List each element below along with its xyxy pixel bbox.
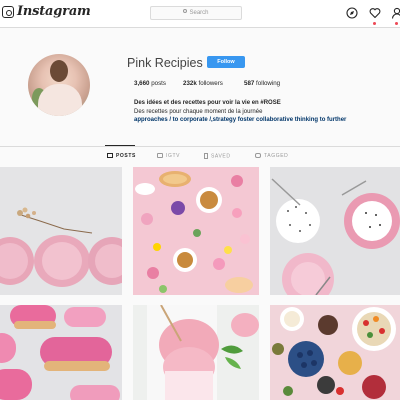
active-tab-indicator xyxy=(105,145,135,146)
post-thumbnail[interactable] xyxy=(133,167,259,295)
compass-icon[interactable] xyxy=(346,7,358,19)
followers-count[interactable]: 232k followers xyxy=(183,80,223,87)
person-icon[interactable] xyxy=(391,7,400,19)
activity-notification-dot xyxy=(373,22,376,25)
follow-button[interactable]: Follow xyxy=(207,56,245,68)
tv-icon xyxy=(157,152,163,158)
bio-title: Des idées et des recettes pour voir la v… xyxy=(134,100,281,106)
post-thumbnail[interactable] xyxy=(270,167,400,295)
post-thumbnail[interactable] xyxy=(0,167,122,295)
profile-bio: Des idées et des recettes pour voir la v… xyxy=(134,99,374,125)
tab-posts[interactable]: POSTS xyxy=(107,152,136,159)
search-placeholder: Search xyxy=(189,10,209,16)
tab-tagged[interactable]: TAGGED xyxy=(255,152,288,159)
bookmark-icon xyxy=(204,152,208,159)
tabs-divider xyxy=(0,146,400,147)
profile-notification-dot xyxy=(395,22,398,25)
brand-wordmark: Instagram xyxy=(17,4,91,19)
bio-link[interactable]: approaches / to corporate /,strategy fos… xyxy=(134,116,374,125)
following-count[interactable]: 587 following xyxy=(244,80,280,87)
posts-count: 3,660 posts xyxy=(134,80,166,87)
tab-igtv[interactable]: IGTV xyxy=(157,152,180,159)
search-input[interactable]: Search xyxy=(150,6,242,20)
bio-description: Des recettes pour chaque moment de la jo… xyxy=(134,108,263,115)
instagram-glyph-icon xyxy=(2,6,14,18)
post-thumbnail[interactable] xyxy=(270,305,400,400)
profile-avatar[interactable] xyxy=(28,54,90,116)
tab-saved[interactable]: SAVED xyxy=(204,152,231,159)
search-icon xyxy=(183,9,188,14)
top-navigation-bar: Instagram Search xyxy=(0,0,400,28)
tag-icon xyxy=(255,152,261,158)
grid-icon xyxy=(107,152,113,158)
heart-icon[interactable] xyxy=(369,7,381,19)
profile-username: Pink Recipies xyxy=(127,56,203,70)
post-thumbnail[interactable] xyxy=(133,305,259,400)
post-thumbnail[interactable] xyxy=(0,305,122,400)
